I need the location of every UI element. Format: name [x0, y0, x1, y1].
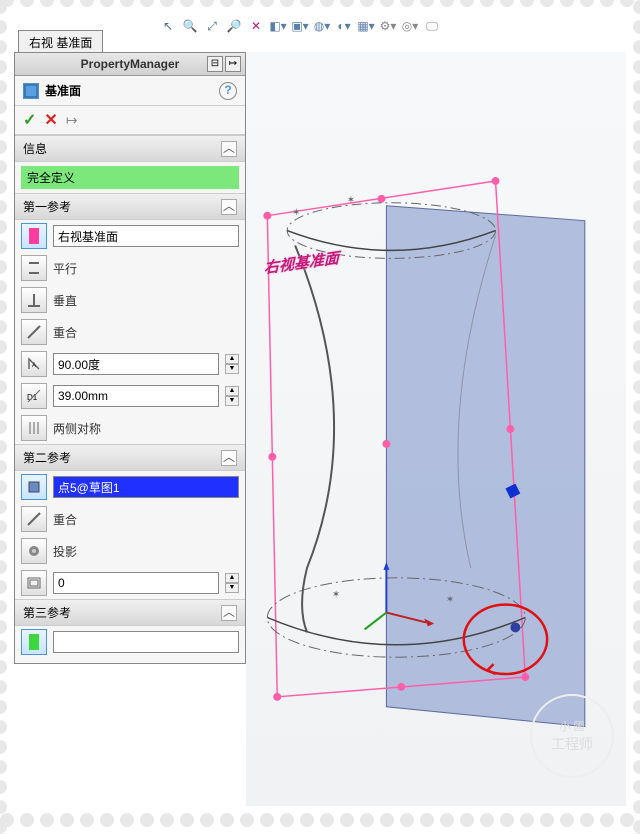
ref2-selection-input[interactable]: 点5@草图1 — [53, 476, 239, 498]
graphics-viewport[interactable]: ✶ ✶ ✶ ✶ 右视基准面 小 國 工程师 — [246, 52, 626, 806]
view-orient-icon[interactable]: ◧▾ — [270, 18, 286, 34]
cancel-button[interactable]: ✕ — [44, 110, 57, 130]
svg-text:✶: ✶ — [292, 208, 300, 219]
ref2-spinner[interactable]: ▲▼ — [225, 573, 239, 593]
ok-button[interactable]: ✓ — [23, 110, 36, 130]
pm-pin-icon[interactable]: ↦ — [225, 56, 241, 72]
view-toolbar: ↖ 🔍 ⤢ 🔎 ✕ ◧▾ ▣▾ ◍▾ ◐▾ ▦▾ ⚙▾ ◎▾ 🖵 — [160, 18, 440, 34]
chevron-up-icon: ︿ — [221, 141, 237, 157]
screen-icon[interactable]: 🖵 — [424, 18, 440, 34]
settings-icon[interactable]: ⚙▾ — [380, 18, 396, 34]
scene-icon[interactable]: ▦▾ — [358, 18, 374, 34]
render-icon[interactable]: ◎▾ — [402, 18, 418, 34]
zoom-fit-icon[interactable]: ⤢ — [204, 18, 220, 34]
perpendicular-label: 垂直 — [53, 292, 77, 309]
plane-feature-icon — [23, 83, 39, 99]
parallel-icon[interactable] — [21, 255, 47, 281]
chevron-up-icon: ︿ — [221, 450, 237, 466]
distance-icon[interactable]: D1 — [21, 383, 47, 409]
section-icon[interactable]: ✕ — [248, 18, 264, 34]
svg-text:✶: ✶ — [446, 595, 454, 606]
ref2-selection-icon[interactable] — [21, 474, 47, 500]
hide-show-icon[interactable]: ◍▾ — [314, 18, 330, 34]
distance-input[interactable] — [53, 385, 219, 407]
svg-text:✶: ✶ — [332, 590, 340, 601]
coincident2-icon[interactable] — [21, 506, 47, 532]
pushpin-button[interactable]: ↦ — [66, 112, 78, 129]
ref1-header[interactable]: 第一参考 ︿ — [15, 193, 245, 220]
ref3-header[interactable]: 第三参考 ︿ — [15, 599, 245, 626]
ref3-selection-input[interactable] — [53, 631, 239, 653]
watermark: 小 國 工程师 — [530, 694, 614, 778]
angle-spinner[interactable]: ▲▼ — [225, 354, 239, 374]
project-label: 投影 — [53, 543, 77, 560]
symmetric-label: 两侧对称 — [53, 420, 101, 437]
pm-split-icon[interactable]: ⊟ — [207, 56, 223, 72]
svg-text:A: A — [32, 363, 36, 369]
feature-name-row: 基准面 ? — [15, 76, 245, 106]
coincident-label: 重合 — [53, 324, 77, 341]
action-row: ✓ ✕ ↦ — [15, 106, 245, 135]
ref1-selection-icon[interactable] — [21, 223, 47, 249]
status-badge: 完全定义 — [21, 166, 239, 189]
coincident2-label: 重合 — [53, 511, 77, 528]
project-icon[interactable] — [21, 538, 47, 564]
svg-text:✶: ✶ — [347, 195, 355, 206]
symmetric-icon[interactable] — [21, 415, 47, 441]
chevron-up-icon: ︿ — [221, 199, 237, 215]
perpendicular-icon[interactable] — [21, 287, 47, 313]
appearance-icon[interactable]: ◐▾ — [336, 18, 352, 34]
angle-input[interactable] — [53, 353, 219, 375]
parallel-label: 平行 — [53, 260, 77, 277]
ref1-selection-input[interactable] — [53, 225, 239, 247]
chevron-up-icon: ︿ — [221, 605, 237, 621]
pm-header: PropertyManager ⊟ ↦ — [15, 53, 245, 76]
property-manager-panel: PropertyManager ⊟ ↦ 基准面 ? ✓ ✕ ↦ 信息 ︿ 完全定… — [14, 52, 246, 664]
ref2-value-icon[interactable] — [21, 570, 47, 596]
help-icon[interactable]: ? — [219, 82, 237, 100]
info-header[interactable]: 信息 ︿ — [15, 135, 245, 162]
model-canvas[interactable]: ✶ ✶ ✶ ✶ — [246, 52, 626, 806]
display-style-icon[interactable]: ▣▾ — [292, 18, 308, 34]
distance-spinner[interactable]: ▲▼ — [225, 386, 239, 406]
zoom-prev-icon[interactable]: 🔍 — [182, 18, 198, 34]
angle-icon[interactable]: A — [21, 351, 47, 377]
ref2-header[interactable]: 第二参考 ︿ — [15, 444, 245, 471]
ref3-selection-icon[interactable] — [21, 629, 47, 655]
feature-name: 基准面 — [45, 82, 81, 99]
ref2-value-input[interactable] — [53, 572, 219, 594]
arrow-icon[interactable]: ↖ — [160, 18, 176, 34]
coincident-icon[interactable] — [21, 319, 47, 345]
zoom-area-icon[interactable]: 🔎 — [226, 18, 242, 34]
